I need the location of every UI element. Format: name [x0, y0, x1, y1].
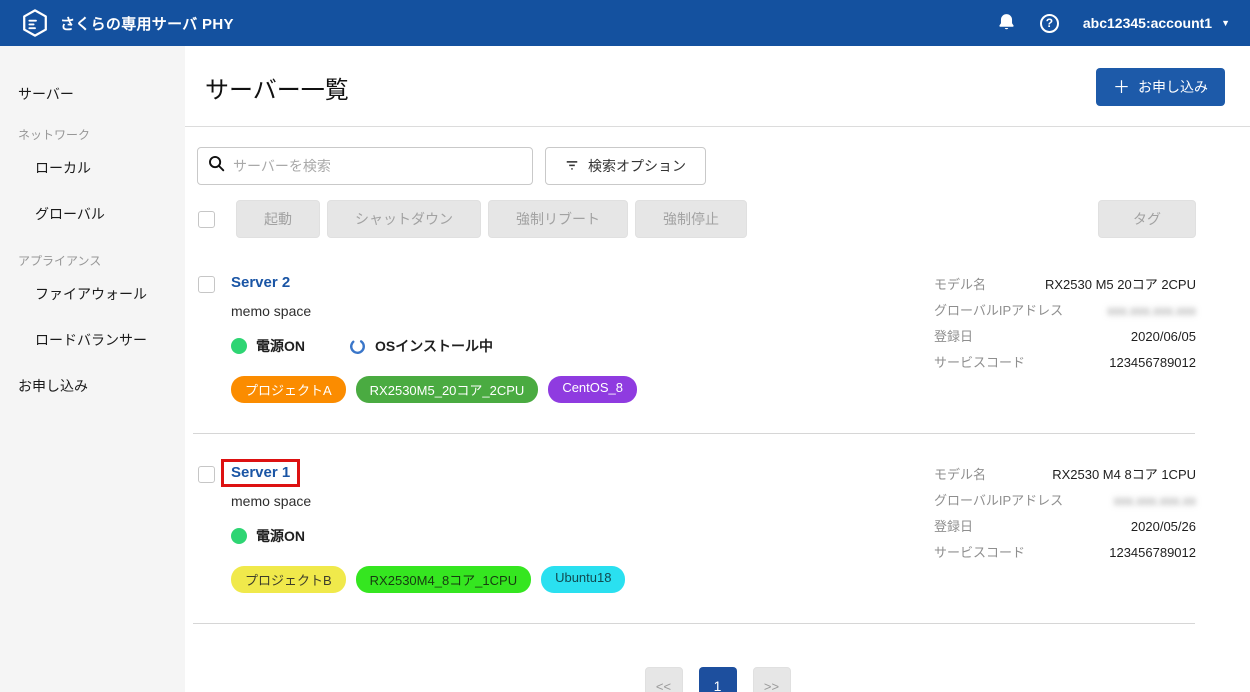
server-search-input[interactable]	[233, 158, 522, 174]
help-button[interactable]: ?	[1040, 14, 1059, 33]
service-code-label: サービスコード	[934, 542, 1025, 561]
server2-os-install-status: OSインストール中	[349, 336, 493, 356]
sidebar-item-server[interactable]: サーバー	[0, 74, 185, 114]
sidebar-section-appliance: アプライアンス	[0, 240, 185, 274]
server1-details: モデル名 RX2530 M4 8コア 1CPU グローバルIPアドレス xxx.…	[934, 464, 1196, 593]
pagination-prev-button[interactable]: <<	[645, 667, 683, 692]
bell-icon	[997, 12, 1016, 35]
model-label: モデル名	[934, 274, 986, 293]
sidebar: サーバー ネットワーク ローカル グローバル アプライアンス ファイアウォール …	[0, 46, 185, 692]
sidebar-section-network: ネットワーク	[0, 114, 185, 148]
sidebar-item-local[interactable]: ローカル	[0, 148, 185, 188]
server2-tag-list: プロジェクトA RX2530M5_20コア_2CPU CentOS_8	[231, 376, 934, 403]
tag-centos8[interactable]: CentOS_8	[548, 376, 637, 403]
server1-registered-value: 2020/05/26	[1131, 519, 1196, 534]
notifications-button[interactable]	[997, 12, 1016, 35]
sidebar-item-order[interactable]: お申し込み	[0, 366, 185, 406]
server2-power-status: 電源ON	[231, 336, 305, 356]
power-status-label: 電源ON	[256, 336, 305, 356]
filter-icon	[565, 157, 579, 175]
top-navigation-bar: さくらの専用サーバ PHY ? abc12345:account1 ▼	[0, 0, 1250, 46]
tag-ubuntu18[interactable]: Ubuntu18	[541, 566, 625, 593]
pagination: << 1 >>	[185, 624, 1250, 692]
account-menu[interactable]: abc12345:account1 ▼	[1083, 15, 1230, 31]
annotation-highlight-box: Server 1	[221, 459, 300, 487]
server1-checkbox[interactable]	[198, 466, 215, 483]
server2-name-link[interactable]: Server 2	[231, 274, 290, 291]
server2-global-ip-value: xxx.xxx.xxx.xxx	[1107, 303, 1196, 318]
server-row-server2: Server 2 memo space 電源ON OSインストール中	[185, 238, 1250, 433]
main-content: サーバー一覧 ＋ お申し込み	[185, 46, 1250, 692]
server2-checkbox[interactable]	[198, 276, 215, 293]
server1-power-status: 電源ON	[231, 526, 305, 546]
server1-name-link[interactable]: Server 1	[231, 464, 290, 481]
server1-model-value: RX2530 M4 8コア 1CPU	[1052, 464, 1196, 483]
server-search-box	[197, 147, 533, 185]
pagination-page-1-button[interactable]: 1	[699, 667, 737, 692]
search-icon	[208, 155, 225, 177]
account-name: abc12345:account1	[1083, 15, 1212, 31]
power-on-button[interactable]: 起動	[236, 200, 320, 238]
tag-button[interactable]: タグ	[1098, 200, 1196, 238]
order-button-label: お申し込み	[1138, 77, 1208, 97]
power-on-icon	[231, 528, 247, 544]
service-code-label: サービスコード	[934, 352, 1025, 371]
power-on-icon	[231, 338, 247, 354]
select-all-checkbox[interactable]	[198, 211, 215, 228]
sakura-phy-logo-icon	[20, 7, 50, 39]
os-install-status-label: OSインストール中	[375, 336, 493, 356]
search-options-button[interactable]: 検索オプション	[545, 147, 706, 185]
sidebar-item-load-balancer[interactable]: ロードバランサー	[0, 320, 185, 360]
server1-service-code-value: 123456789012	[1109, 545, 1196, 560]
server2-registered-value: 2020/06/05	[1131, 329, 1196, 344]
server2-model-value: RX2530 M5 20コア 2CPU	[1045, 274, 1196, 293]
page-title: サーバー一覧	[205, 70, 349, 105]
server2-details: モデル名 RX2530 M5 20コア 2CPU グローバルIPアドレス xxx…	[934, 274, 1196, 403]
tag-model-server2[interactable]: RX2530M5_20コア_2CPU	[356, 376, 539, 403]
sidebar-item-global[interactable]: グローバル	[0, 194, 185, 234]
force-reboot-button[interactable]: 強制リブート	[488, 200, 628, 238]
spinner-icon	[349, 338, 366, 355]
global-ip-label: グローバルIPアドレス	[934, 490, 1063, 509]
registered-label: 登録日	[934, 516, 973, 535]
sidebar-item-firewall[interactable]: ファイアウォール	[0, 274, 185, 314]
server1-global-ip-value: xxx.xxx.xxx.xx	[1114, 493, 1196, 508]
server1-tag-list: プロジェクトB RX2530M4_8コア_1CPU Ubuntu18	[231, 566, 934, 593]
brand-title: さくらの専用サーバ PHY	[60, 13, 234, 34]
server2-memo: memo space	[231, 303, 934, 319]
tag-project-b[interactable]: プロジェクトB	[231, 566, 346, 593]
power-status-label: 電源ON	[256, 526, 305, 546]
pagination-next-button[interactable]: >>	[753, 667, 791, 692]
order-button[interactable]: ＋ お申し込み	[1096, 68, 1225, 106]
help-icon: ?	[1040, 14, 1059, 33]
server1-memo: memo space	[231, 493, 934, 509]
search-options-label: 検索オプション	[588, 156, 686, 176]
server2-service-code-value: 123456789012	[1109, 355, 1196, 370]
tag-model-server1[interactable]: RX2530M4_8コア_1CPU	[356, 566, 531, 593]
global-ip-label: グローバルIPアドレス	[934, 300, 1063, 319]
server-row-server1: Server 1 memo space 電源ON プロジェクトB RX2530M…	[185, 434, 1250, 623]
model-label: モデル名	[934, 464, 986, 483]
tag-project-a[interactable]: プロジェクトA	[231, 376, 346, 403]
shutdown-button[interactable]: シャットダウン	[327, 200, 481, 238]
brand-home-link[interactable]: さくらの専用サーバ PHY	[20, 7, 234, 39]
chevron-down-icon: ▼	[1221, 19, 1230, 28]
force-stop-button[interactable]: 強制停止	[635, 200, 747, 238]
plus-icon: ＋	[1113, 79, 1130, 96]
registered-label: 登録日	[934, 326, 973, 345]
